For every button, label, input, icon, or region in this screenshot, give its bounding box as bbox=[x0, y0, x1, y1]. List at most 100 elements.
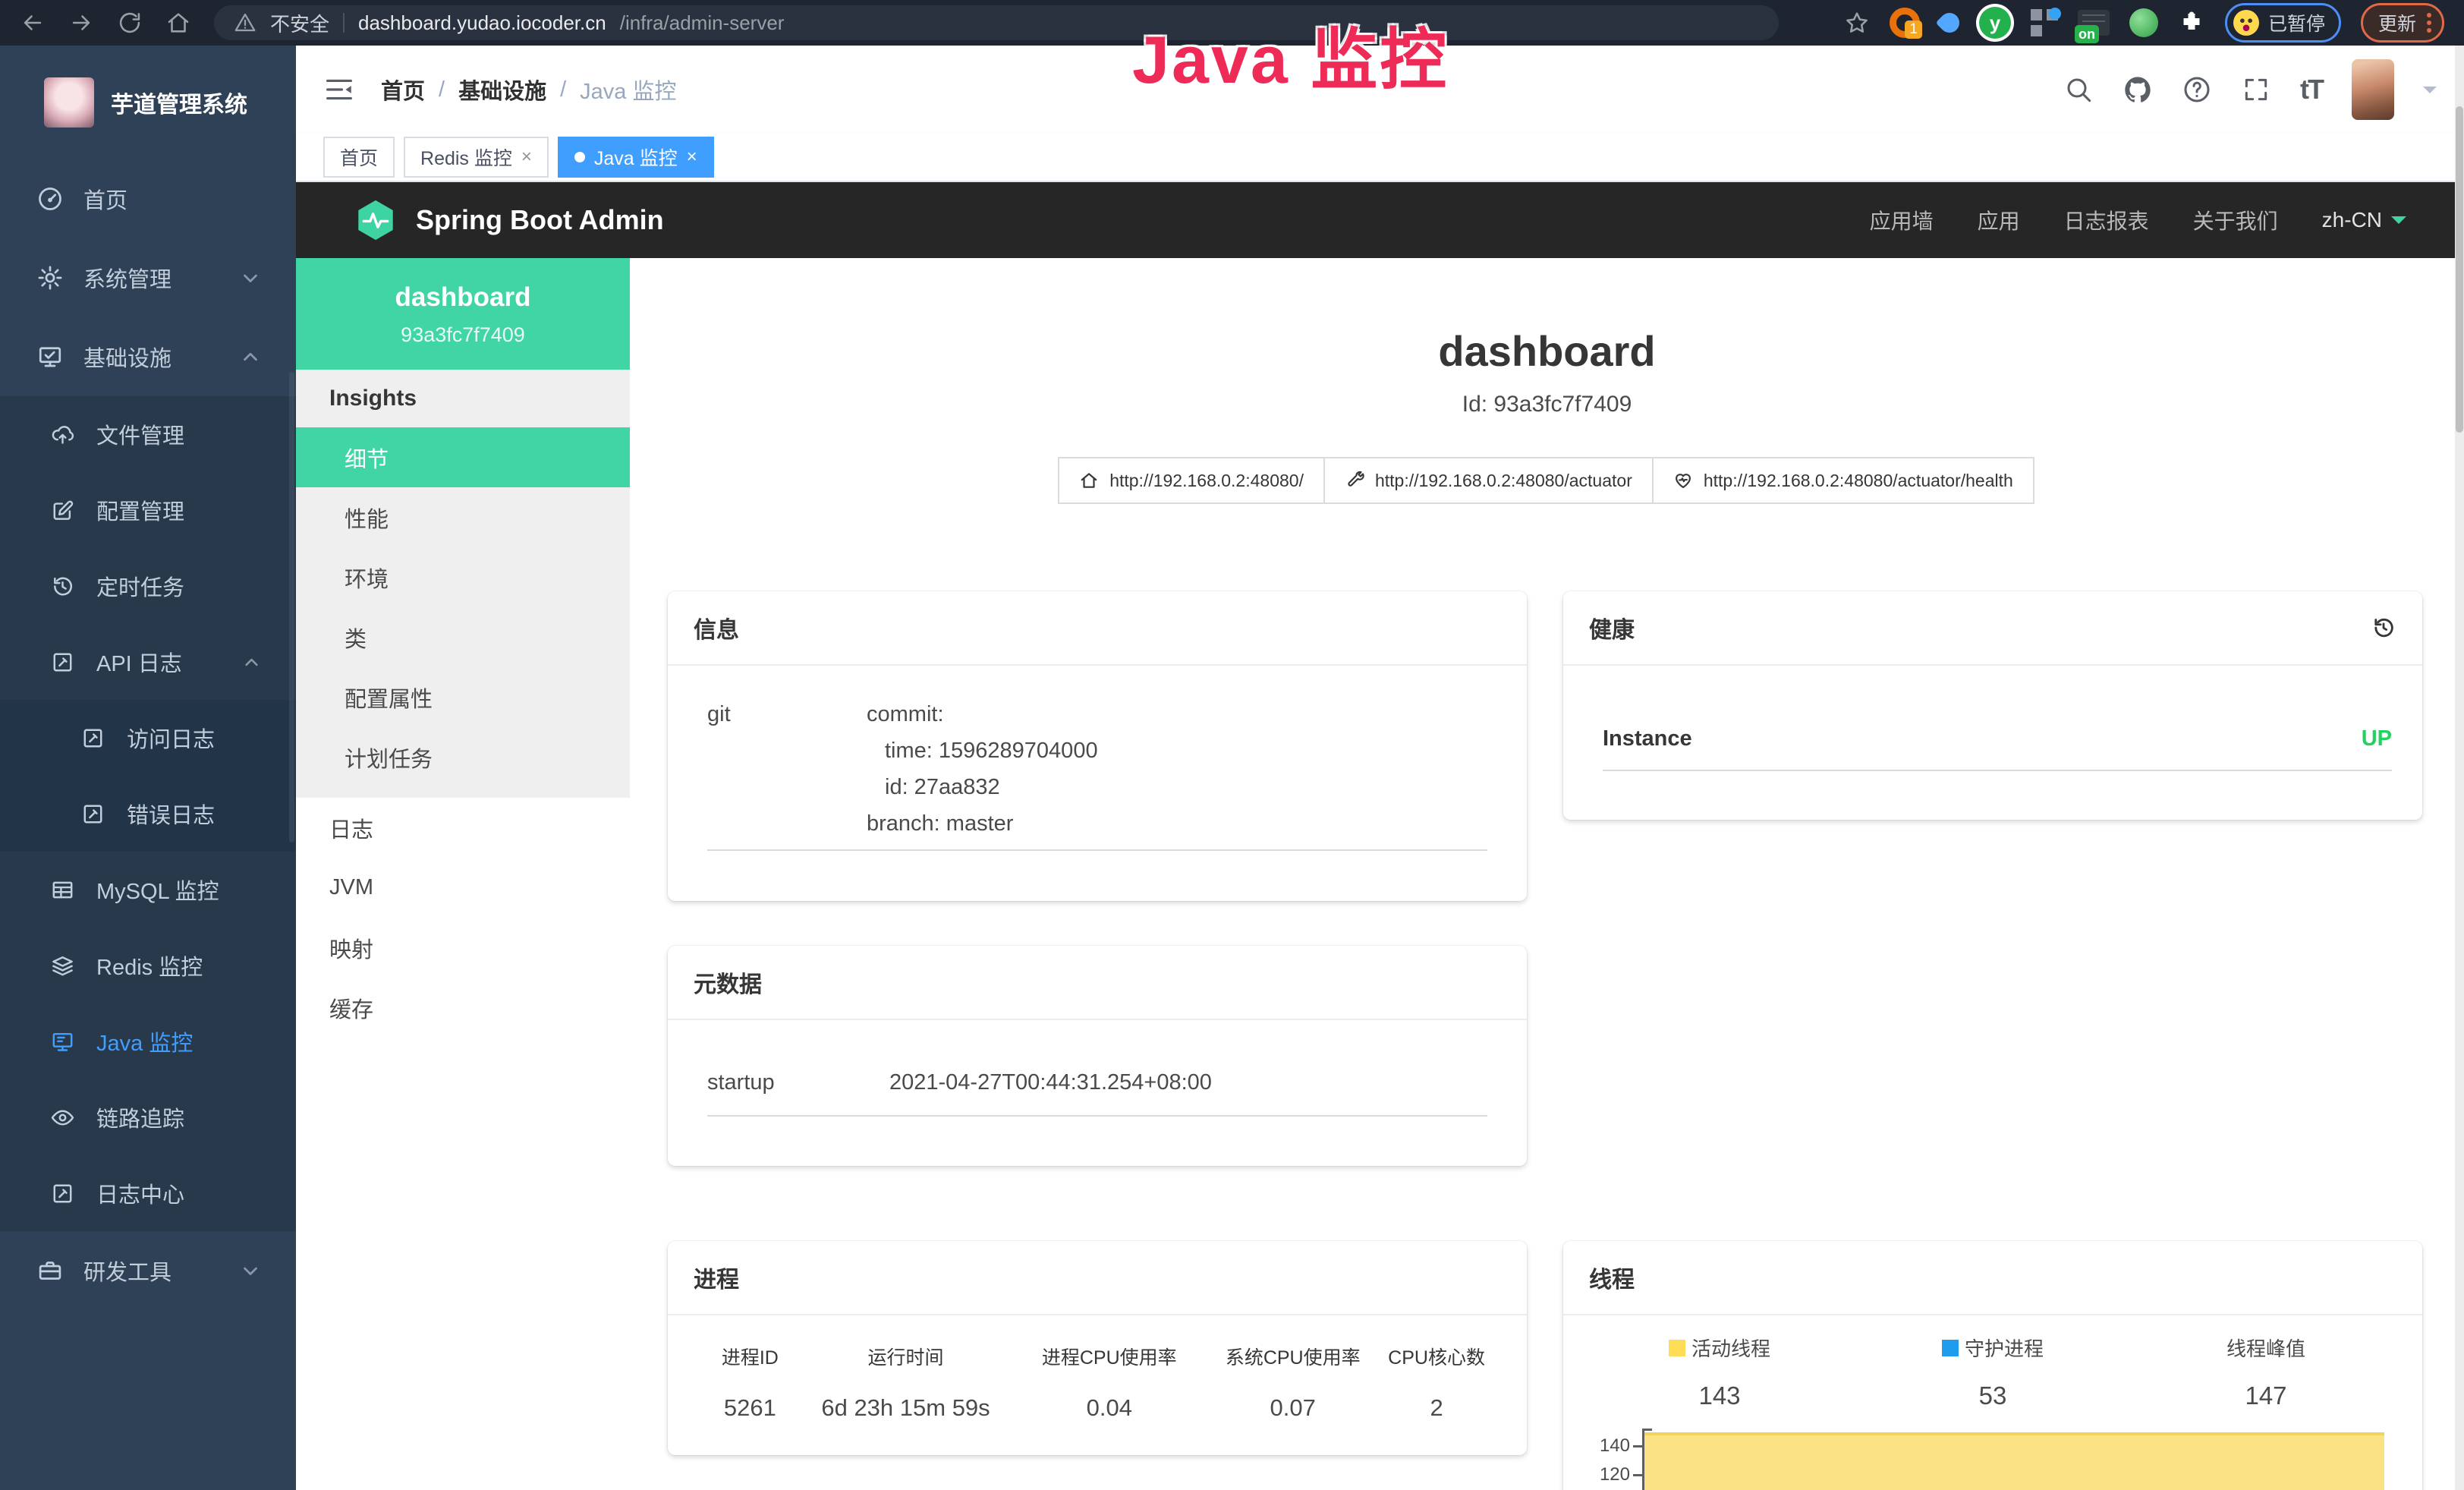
extension-pin-icon[interactable] bbox=[1936, 9, 1964, 37]
help-icon[interactable] bbox=[2182, 74, 2212, 105]
status-badge: UP bbox=[2362, 726, 2392, 751]
instance-header[interactable]: dashboard 93a3fc7f7409 bbox=[296, 258, 630, 370]
info-value: commit: time: 1596289704000 id: 27aa832 … bbox=[867, 696, 1098, 842]
security-label[interactable]: 不安全 bbox=[270, 9, 329, 37]
sidebar-item-home[interactable]: 首页 bbox=[0, 159, 296, 238]
log-icon bbox=[50, 650, 75, 675]
paused-badge[interactable]: 已暂停 bbox=[2225, 3, 2341, 43]
sba-brand[interactable]: Spring Boot Admin bbox=[416, 204, 664, 236]
close-icon[interactable]: × bbox=[521, 146, 532, 168]
sidebar-item-error-log[interactable]: 错误日志 bbox=[0, 776, 296, 852]
app-title: 芋道管理系统 bbox=[111, 86, 247, 119]
menu-item-config-props[interactable]: 配置属性 bbox=[296, 667, 630, 727]
actuator-url-button[interactable]: http://192.168.0.2:48080/actuator bbox=[1323, 457, 1654, 504]
tab-redis-monitor[interactable]: Redis 监控× bbox=[404, 137, 549, 178]
sidebar-item-config[interactable]: 配置管理 bbox=[0, 472, 296, 548]
info-card: 信息 git commit: time: 1596289704000 id: 2… bbox=[668, 591, 1527, 901]
sba-link-wallboard[interactable]: 应用墙 bbox=[1870, 205, 1934, 235]
github-icon[interactable] bbox=[2123, 74, 2153, 105]
app-logo[interactable]: 芋道管理系统 bbox=[0, 46, 296, 159]
menu-item-environment[interactable]: 环境 bbox=[296, 547, 630, 607]
bookmark-star-icon[interactable] bbox=[1844, 10, 1870, 36]
address-bar[interactable]: 不安全 dashboard.yudao.iocoder.cn /infra/ad… bbox=[214, 5, 1779, 40]
menu-item-details[interactable]: 细节 bbox=[296, 427, 630, 487]
close-icon[interactable]: × bbox=[687, 146, 697, 168]
extensions-puzzle-icon[interactable] bbox=[2178, 9, 2205, 36]
instance-name: dashboard bbox=[296, 282, 630, 313]
home-browser-icon[interactable] bbox=[165, 10, 191, 36]
warning-icon bbox=[234, 11, 256, 34]
page-scrollbar[interactable] bbox=[2455, 46, 2464, 1490]
url-path: /infra/admin-server bbox=[620, 11, 785, 35]
sba-link-about[interactable]: 关于我们 bbox=[2193, 205, 2278, 235]
menu-item-metrics[interactable]: 性能 bbox=[296, 487, 630, 547]
sidebar-item-java-monitor[interactable]: Java 监控 bbox=[0, 1003, 296, 1079]
eye-icon bbox=[50, 1105, 75, 1130]
process-card-title: 进程 bbox=[694, 1261, 739, 1294]
sidebar-item-files[interactable]: 文件管理 bbox=[0, 396, 296, 472]
caret-down-icon bbox=[2391, 216, 2406, 232]
sidebar-item-access-log[interactable]: 访问日志 bbox=[0, 700, 296, 776]
font-size-icon[interactable]: tT bbox=[2300, 74, 2323, 106]
metadata-row: startup 2021-04-27T00:44:31.254+08:00 bbox=[707, 1070, 1487, 1117]
update-button[interactable]: 更新 bbox=[2361, 3, 2444, 43]
sidebar-scrollbar[interactable] bbox=[289, 372, 294, 843]
history-restore-icon[interactable] bbox=[2371, 615, 2396, 641]
health-url-button[interactable]: http://192.168.0.2:48080/actuator/health bbox=[1652, 457, 2034, 504]
header-actions: tT bbox=[2063, 59, 2437, 120]
forward-icon[interactable] bbox=[68, 10, 94, 36]
sba-link-applications[interactable]: 应用 bbox=[1978, 205, 2020, 235]
extension-grid-icon[interactable] bbox=[2031, 9, 2058, 36]
y-tick-label: 140 bbox=[1583, 1435, 1630, 1457]
extension-switch-icon[interactable]: on bbox=[2078, 10, 2110, 36]
instance-urls: http://192.168.0.2:48080/ http://192.168… bbox=[630, 457, 2464, 504]
menu-item-mappings[interactable]: 映射 bbox=[296, 918, 630, 978]
sidebar-item-infra[interactable]: 基础设施 bbox=[0, 317, 296, 396]
search-icon[interactable] bbox=[2063, 74, 2094, 105]
hamburger-fold-icon[interactable] bbox=[323, 74, 355, 106]
tab-home[interactable]: 首页 bbox=[323, 137, 395, 178]
sidebar-item-log-center[interactable]: 日志中心 bbox=[0, 1155, 296, 1231]
menu-item-caches[interactable]: 缓存 bbox=[296, 978, 630, 1038]
process-value: 2 bbox=[1377, 1394, 1496, 1422]
reload-icon[interactable] bbox=[117, 10, 143, 36]
page-scrollbar-thumb[interactable] bbox=[2456, 106, 2463, 433]
browser-menu-icon[interactable] bbox=[2427, 13, 2431, 33]
breadcrumb-infra[interactable]: 基础设施 bbox=[458, 74, 546, 106]
sidebar-item-devtools[interactable]: 研发工具 bbox=[0, 1231, 296, 1310]
sidebar-item-mysql[interactable]: MySQL 监控 bbox=[0, 852, 296, 928]
avatar[interactable] bbox=[2352, 59, 2394, 120]
back-icon[interactable] bbox=[20, 10, 46, 36]
menu-item-logging[interactable]: 日志 bbox=[296, 798, 630, 858]
extension-leaf-icon[interactable] bbox=[2129, 8, 2158, 37]
fullscreen-icon[interactable] bbox=[2241, 74, 2271, 105]
process-value: 6d 23h 15m 59s bbox=[802, 1394, 1010, 1422]
sidebar-item-redis[interactable]: Redis 监控 bbox=[0, 928, 296, 1003]
sba-link-journal[interactable]: 日志报表 bbox=[2064, 205, 2149, 235]
sidebar-item-system[interactable]: 系统管理 bbox=[0, 238, 296, 317]
insights-group-label: Insights bbox=[296, 370, 630, 427]
menu-item-jvm[interactable]: JVM bbox=[296, 858, 630, 918]
locale-select[interactable]: zh-CN bbox=[2322, 208, 2406, 232]
menu-item-scheduled-tasks[interactable]: 计划任务 bbox=[296, 727, 630, 787]
screen: 不安全 dashboard.yudao.iocoder.cn /infra/ad… bbox=[0, 0, 2464, 1490]
avatar-caret-down-icon[interactable] bbox=[2423, 87, 2437, 100]
extension-colorful-icon[interactable]: 1 bbox=[1890, 8, 1920, 38]
extension-y-icon[interactable]: y bbox=[1979, 7, 2011, 39]
tab-java-monitor[interactable]: Java 监控× bbox=[558, 137, 714, 178]
breadcrumb-home[interactable]: 首页 bbox=[381, 74, 425, 106]
sidebar-submenu-infra: 文件管理 配置管理 定时任务 API 日志 访问日志 错误日志 bbox=[0, 396, 296, 1231]
history-icon bbox=[50, 574, 75, 599]
metadata-card: 元数据 startup 2021-04-27T00:44:31.254+08:0… bbox=[668, 946, 1527, 1166]
menu-item-classes[interactable]: 类 bbox=[296, 607, 630, 667]
sidebar-item-jobs[interactable]: 定时任务 bbox=[0, 548, 296, 624]
chevron-down-icon bbox=[237, 264, 264, 291]
spring-boot-admin-logo[interactable] bbox=[354, 198, 398, 242]
sidebar-item-tracing[interactable]: 链路追踪 bbox=[0, 1079, 296, 1155]
info-card-title: 信息 bbox=[694, 611, 739, 644]
process-value: 5261 bbox=[698, 1394, 802, 1422]
url-host: dashboard.yudao.iocoder.cn bbox=[358, 11, 606, 35]
service-url-button[interactable]: http://192.168.0.2:48080/ bbox=[1058, 457, 1325, 504]
sidebar-item-api-log[interactable]: API 日志 bbox=[0, 624, 296, 700]
log-icon bbox=[50, 1181, 75, 1206]
